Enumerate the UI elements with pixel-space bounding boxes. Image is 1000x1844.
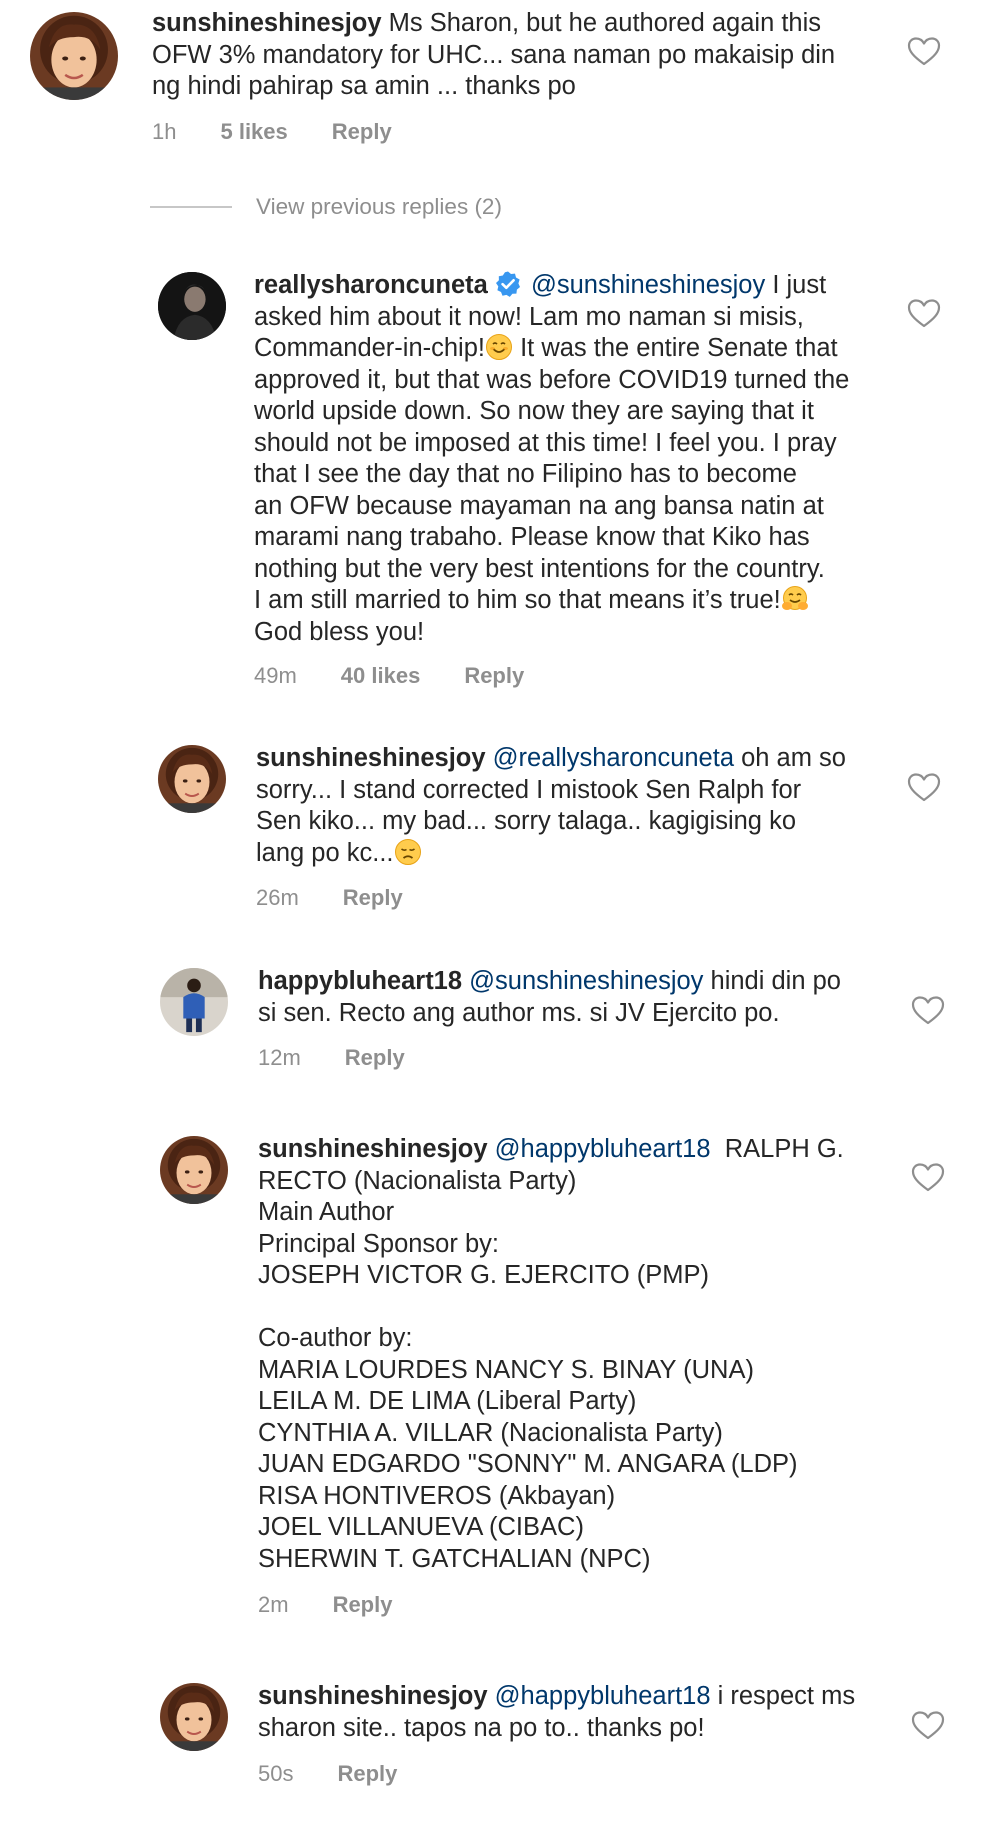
like-heart-icon[interactable]: [911, 1161, 945, 1195]
username[interactable]: reallysharoncuneta: [254, 271, 488, 299]
like-heart-icon[interactable]: [907, 297, 941, 331]
comment-meta: 1h 5 likes Reply: [152, 119, 436, 145]
reply-button[interactable]: Reply: [333, 1592, 393, 1618]
timestamp: 50s: [258, 1761, 294, 1786]
comment-body-part-c: God bless you!: [254, 617, 425, 646]
username[interactable]: sunshineshinesjoy: [256, 744, 486, 772]
timestamp: 1h: [152, 119, 177, 144]
username[interactable]: sunshineshinesjoy: [152, 9, 382, 37]
reply-button[interactable]: Reply: [345, 1045, 405, 1071]
disappointed-face-emoji-icon: [394, 838, 422, 866]
view-previous-replies[interactable]: View previous replies (2): [150, 192, 502, 222]
verified-badge-icon: [494, 270, 522, 298]
like-heart-icon[interactable]: [911, 1709, 945, 1743]
reply-button[interactable]: Reply: [332, 119, 392, 145]
comment-text: happybluheart18 @sunshineshinesjoy hindi…: [258, 966, 898, 1029]
avatar[interactable]: [160, 1683, 228, 1751]
comment-meta: 50s Reply: [258, 1761, 441, 1787]
comment-body: hindi din po: [703, 967, 841, 995]
view-previous-replies-label[interactable]: View previous replies (2): [256, 194, 502, 220]
reply-button[interactable]: Reply: [464, 663, 524, 689]
comment-text: sunshineshinesjoy @reallysharoncuneta oh…: [256, 743, 896, 869]
comment-body: Ms Sharon, but he authored again this: [388, 9, 822, 37]
username[interactable]: sunshineshinesjoy: [258, 1135, 488, 1163]
woman-avatar-icon: [30, 12, 118, 100]
mention-link[interactable]: @sunshineshinesjoy: [531, 271, 765, 299]
standing-person-avatar-icon: [160, 968, 228, 1036]
timestamp: 2m: [258, 1592, 289, 1617]
comment-meta: 2m Reply: [258, 1592, 436, 1618]
comment-body: i respect ms: [710, 1682, 856, 1710]
mention-link[interactable]: @sunshineshinesjoy: [469, 967, 703, 995]
timestamp: 26m: [256, 885, 299, 910]
username[interactable]: sunshineshinesjoy: [258, 1682, 488, 1710]
comment-body: I just: [765, 271, 827, 299]
divider: [150, 206, 232, 208]
like-heart-icon[interactable]: [907, 35, 941, 69]
username[interactable]: happybluheart18: [258, 967, 462, 995]
mention-link[interactable]: @happybluheart18: [495, 1135, 711, 1163]
mention-link[interactable]: @happybluheart18: [495, 1682, 711, 1710]
hugging-face-emoji-icon: [781, 585, 809, 613]
smiling-face-emoji-icon: [485, 333, 513, 361]
comment-body-continued: si sen. Recto ang author ms. si JV Ejerc…: [258, 998, 780, 1027]
timestamp: 12m: [258, 1045, 301, 1070]
mention-link[interactable]: @reallysharoncuneta: [493, 744, 734, 772]
likes-count[interactable]: 5 likes: [220, 119, 287, 145]
woman-avatar-icon: [160, 1683, 228, 1751]
comment-body-part-b: It was the entire Senate that approved i…: [254, 334, 850, 614]
comment-body-continued: OFW 3% mandatory for UHC... sana naman p…: [152, 40, 836, 101]
avatar[interactable]: [158, 745, 226, 813]
likes-count[interactable]: 40 likes: [341, 663, 421, 689]
comment-text: sunshineshinesjoy Ms Sharon, but he auth…: [152, 8, 872, 103]
woman-avatar-icon: [160, 1136, 228, 1204]
like-heart-icon[interactable]: [911, 994, 945, 1028]
comment-meta: 12m Reply: [258, 1045, 449, 1071]
comment-body-continued: sorry... I stand corrected I mistook Sen…: [256, 775, 802, 867]
reply-button[interactable]: Reply: [343, 885, 403, 911]
woman-avatar-icon: [158, 745, 226, 813]
avatar[interactable]: [30, 12, 118, 100]
comment-body: oh am so: [734, 744, 846, 772]
comment-meta: 49m 40 likes Reply: [254, 663, 568, 689]
comment-text: sunshineshinesjoy @happybluheart18 RALPH…: [258, 1134, 898, 1575]
comment-text: reallysharoncuneta @sunshineshinesjoy I …: [254, 270, 894, 648]
avatar[interactable]: [160, 968, 228, 1036]
reply-button[interactable]: Reply: [337, 1761, 397, 1787]
comment-text: sunshineshinesjoy @happybluheart18 i res…: [258, 1681, 898, 1744]
avatar[interactable]: [160, 1136, 228, 1204]
comment-body-continued: RECTO (Nacionalista Party) Main Author P…: [258, 1166, 798, 1573]
avatar[interactable]: [158, 272, 226, 340]
like-heart-icon[interactable]: [907, 771, 941, 805]
timestamp: 49m: [254, 663, 297, 688]
comment-body-continued: sharon site.. tapos na po to.. thanks po…: [258, 1713, 705, 1742]
comment-meta: 26m Reply: [256, 885, 447, 911]
dark-profile-avatar-icon: [158, 272, 226, 340]
comment-body: RALPH G.: [710, 1135, 844, 1163]
